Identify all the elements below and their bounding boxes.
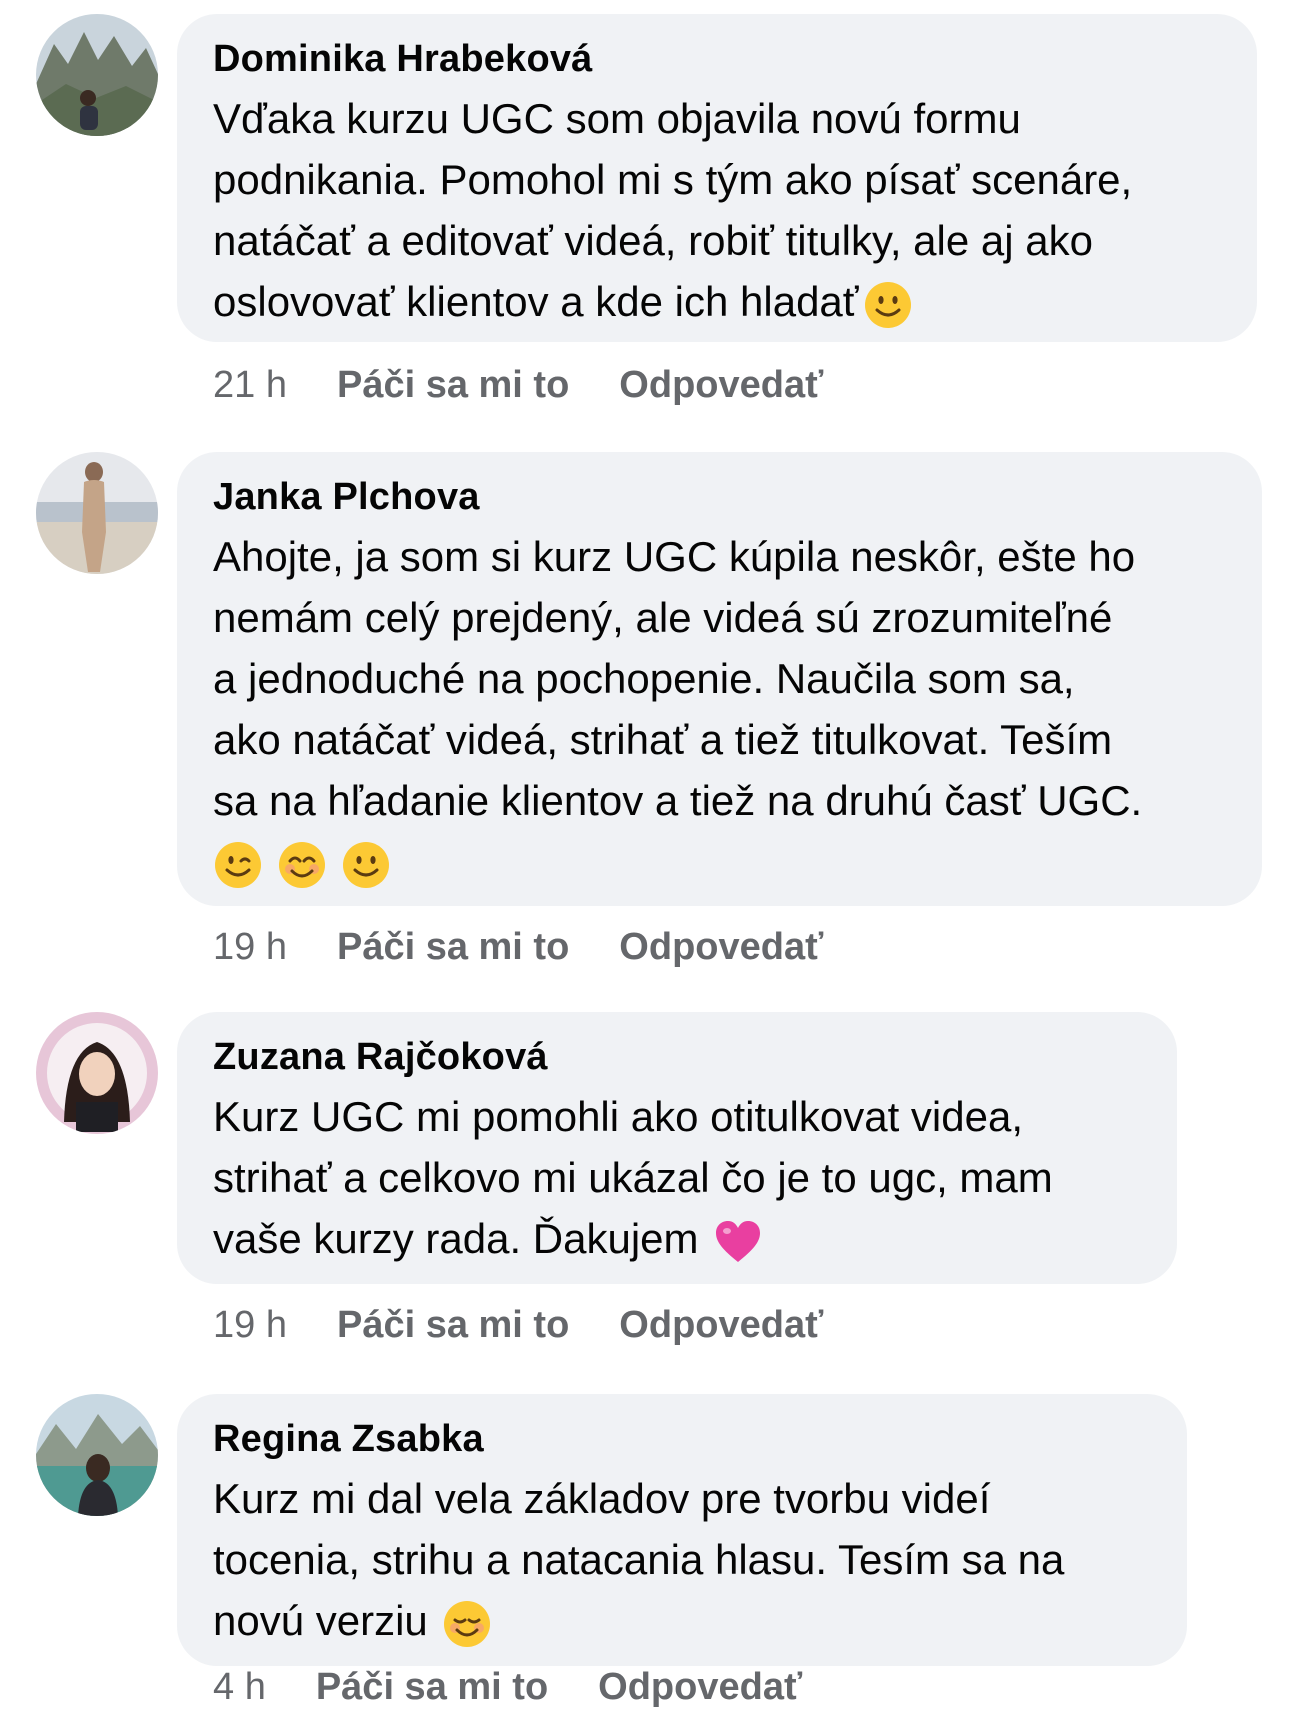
avatar[interactable] <box>36 1012 158 1134</box>
comment-author[interactable]: Zuzana Rajčoková <box>213 1034 1141 1080</box>
smiling-face-icon <box>442 1599 492 1649</box>
reply-button[interactable]: Odpovedať <box>619 1302 823 1348</box>
comment-text: Vďaka kurzu UGC som objavila novú formu … <box>213 88 1221 332</box>
reply-button[interactable]: Odpovedať <box>619 362 823 408</box>
avatar[interactable] <box>36 452 158 574</box>
comment-text-body: Ahojte, ja som si kurz UGC kúpila neskôr… <box>213 533 1143 824</box>
like-button[interactable]: Páči sa mi to <box>337 1302 569 1348</box>
comment-author[interactable]: Regina Zsabka <box>213 1416 1151 1462</box>
slightly-smiling-face-icon <box>863 280 913 330</box>
comment-text-body: Kurz UGC mi pomohli ako otitulkovat vide… <box>213 1093 1053 1262</box>
comment-timestamp[interactable]: 21 h <box>213 362 287 408</box>
avatar[interactable] <box>36 14 158 136</box>
comment-bubble: Regina Zsabka Kurz mi dal vela základov … <box>177 1394 1187 1666</box>
reply-button[interactable]: Odpovedať <box>619 924 823 970</box>
comment-actions: 4 h Páči sa mi to Odpovedať <box>213 1664 802 1710</box>
comment-actions: 19 h Páči sa mi to Odpovedať <box>213 924 823 970</box>
slightly-smiling-face-icon <box>341 840 391 890</box>
like-button[interactable]: Páči sa mi to <box>337 362 569 408</box>
comment-bubble: Zuzana Rajčoková Kurz UGC mi pomohli ako… <box>177 1012 1177 1284</box>
pink-heart-icon <box>713 1217 763 1267</box>
comment-text: Kurz mi dal vela základov pre tvorbu vid… <box>213 1468 1151 1651</box>
comment-timestamp[interactable]: 19 h <box>213 1302 287 1348</box>
avatar[interactable] <box>36 1394 158 1516</box>
comment-text-body: Vďaka kurzu UGC som objavila novú formu … <box>213 95 1133 325</box>
reply-button[interactable]: Odpovedať <box>598 1664 802 1710</box>
comment-text: Ahojte, ja som si kurz UGC kúpila neskôr… <box>213 526 1226 892</box>
comment-bubble: Dominika Hrabeková Vďaka kurzu UGC som o… <box>177 14 1257 342</box>
smiling-face-with-smiling-eyes-icon <box>277 840 327 890</box>
comment-timestamp[interactable]: 19 h <box>213 924 287 970</box>
comment-author[interactable]: Dominika Hrabeková <box>213 36 1221 82</box>
comment-actions: 19 h Páči sa mi to Odpovedať <box>213 1302 823 1348</box>
winking-face-icon <box>213 840 263 890</box>
comment-timestamp[interactable]: 4 h <box>213 1664 266 1710</box>
comment-text-body: Kurz mi dal vela základov pre tvorbu vid… <box>213 1475 1065 1644</box>
like-button[interactable]: Páči sa mi to <box>337 924 569 970</box>
like-button[interactable]: Páči sa mi to <box>316 1664 548 1710</box>
comment-text: Kurz UGC mi pomohli ako otitulkovat vide… <box>213 1086 1141 1269</box>
comment-actions: 21 h Páči sa mi to Odpovedať <box>213 362 823 408</box>
comment-bubble: Janka Plchova Ahojte, ja som si kurz UGC… <box>177 452 1262 906</box>
comment-author[interactable]: Janka Plchova <box>213 474 1226 520</box>
